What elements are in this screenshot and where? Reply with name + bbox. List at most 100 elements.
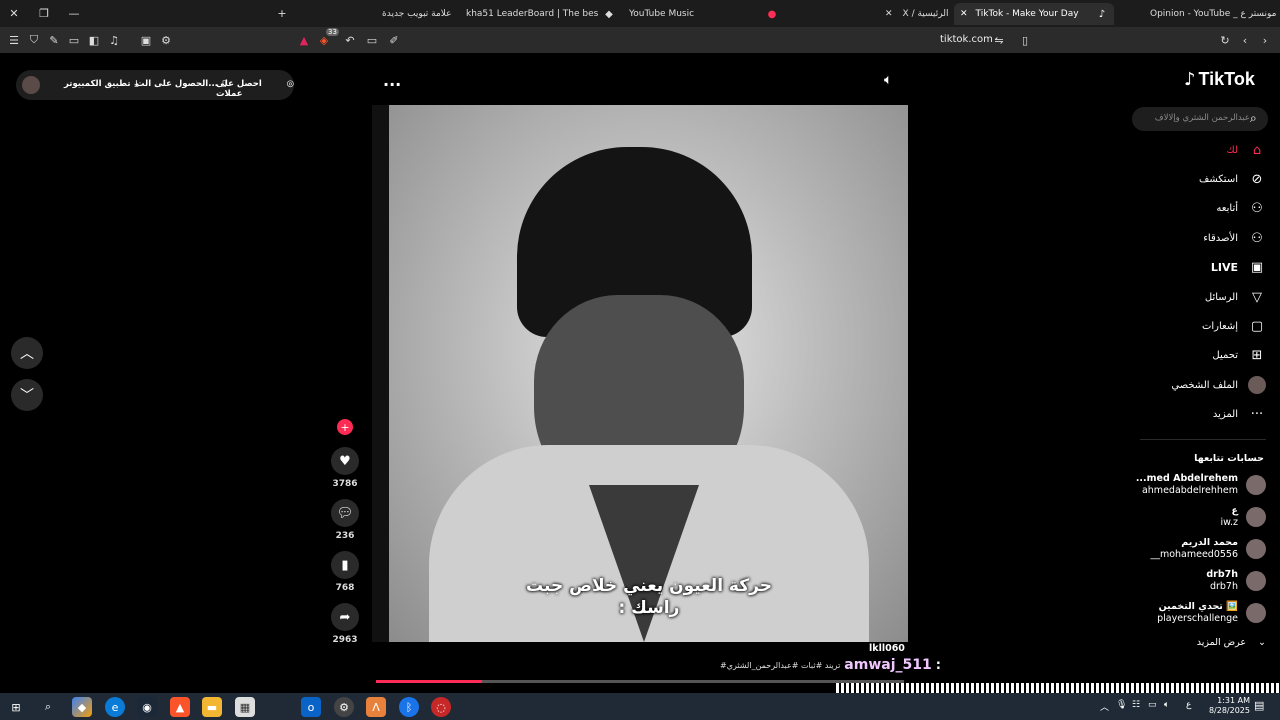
store-icon[interactable]: ▦ [235, 697, 255, 717]
tab-x[interactable]: ✕ X / الرئيسية 𝕏 [885, 3, 955, 25]
avatar[interactable] [1246, 603, 1266, 623]
video-progress-track[interactable] [376, 680, 904, 683]
more-options-icon[interactable]: ··· [383, 75, 401, 94]
next-video-button[interactable]: ﹀ [11, 379, 43, 411]
sidebar-item-upload[interactable]: تحميل ⊞ [1212, 347, 1266, 365]
get-app-button[interactable]: الحصول على الت... ▯ [136, 79, 227, 89]
outlook-icon[interactable]: o [301, 697, 321, 717]
menu-icon[interactable]: ☰ [6, 32, 22, 48]
sidebar-item-notifications[interactable]: إشعارات ▢ [1202, 317, 1266, 335]
sidebar-item-home[interactable]: لك ⌂ [1227, 141, 1266, 159]
tray-chevron-icon[interactable]: ︿ [1100, 700, 1109, 713]
tab-youtube-music[interactable]: ◆ YouTube Music [603, 3, 753, 25]
sidebar-item-more[interactable]: المزيد ··· [1213, 406, 1266, 424]
network-icon[interactable]: ☷ [1132, 700, 1140, 710]
tiktok-page: تطبيق الكمبيوتر ⤓ الحصول على الت... ▯ اح… [0, 53, 1280, 715]
comment-username[interactable]: amwaj_511 [844, 657, 931, 673]
browser-toolbar: ☰ ⛉ ✎ ▭ ◧ ♫ ▣ ⚙ ▲ ◈ 33 ↶ ▭ ✐ tiktok.com … [0, 27, 1280, 53]
music-icon[interactable]: ♫ [106, 32, 122, 48]
chevron-up-icon: ︿ [20, 346, 34, 362]
url-field[interactable]: tiktok.com [940, 34, 993, 45]
search-icon[interactable]: ⌕ [1250, 111, 1257, 126]
sidebar-item-messages[interactable]: الرسائل ▽ [1205, 288, 1266, 306]
video-author[interactable]: lkll060 [869, 643, 905, 654]
sidebar-item-compass[interactable]: استكشف ⊘ [1199, 170, 1266, 188]
video-hashtags[interactable]: #تريند #ثبات #عبدالرحمن_الشثري [720, 661, 840, 670]
shield-icon[interactable]: ⛉ [26, 32, 42, 48]
avatar[interactable] [1246, 571, 1266, 591]
avatar[interactable] [1246, 539, 1266, 559]
share-button[interactable]: ➦ 2963 [331, 603, 359, 645]
tiktok-logo[interactable]: ♪ TikTok [1184, 69, 1255, 90]
tab-new-tab[interactable]: علامة تبويب جديدة [382, 3, 458, 25]
following-item[interactable]: ع iw.z [1220, 505, 1266, 529]
pin-icon[interactable]: ✎ [46, 32, 62, 48]
get-coins-button[interactable]: احصل على عملات ◎ [216, 79, 294, 99]
tab-youtube-opinion[interactable]: Opinion - YouTube _ مونستر ع [1150, 3, 1280, 25]
windows-start-icon[interactable]: ⊞ [6, 697, 26, 717]
brave-rewards-icon[interactable]: ▲ [296, 32, 312, 48]
avatar[interactable] [1246, 507, 1266, 527]
search-bar[interactable]: عبدالرحمن الشثري وإلالاف ⌕ [1132, 107, 1268, 131]
previous-video-button[interactable]: ︿ [11, 337, 43, 369]
clock[interactable]: 1:31 AM 8/28/2025 [1200, 696, 1250, 716]
reload-icon[interactable]: ↻ [1217, 32, 1233, 48]
leo-icon[interactable]: ✐ [386, 32, 402, 48]
file-explorer-icon[interactable]: ▬ [202, 697, 222, 717]
copilot-icon[interactable]: ◆ [72, 697, 92, 717]
extensions-icon[interactable]: ⚙ [158, 32, 174, 48]
steam-icon[interactable]: ◉ [137, 697, 157, 717]
notification-icon[interactable]: ▤ [1254, 699, 1264, 712]
save-button[interactable]: ▮ 768 [331, 551, 359, 593]
minimize-window-icon[interactable]: — [66, 5, 82, 21]
sidebar-item-friends[interactable]: الأصدقاء ⚇ [1203, 229, 1266, 247]
edge-icon[interactable]: e [105, 697, 125, 717]
close-window-icon[interactable]: ✕ [6, 5, 22, 21]
tab-leaderboard[interactable]: kha51 LeaderBoard | The best ChatBot [466, 3, 598, 25]
settings-icon[interactable]: ⚙ [334, 697, 354, 717]
sidebar-icon[interactable]: ◧ [86, 32, 102, 48]
back-icon[interactable]: ‹ [1237, 32, 1253, 48]
clock-time: 1:31 AM [1217, 696, 1250, 705]
sidebar-item-live[interactable]: LIVE ▣ [1211, 259, 1266, 277]
tabs-icon[interactable]: ▭ [66, 32, 82, 48]
tab-tiktok[interactable]: ✕ TikTok - Make Your Day ♪ [954, 3, 1114, 25]
new-tab-button[interactable]: + [274, 5, 290, 21]
search-icon[interactable]: ⌕ [38, 697, 58, 717]
bluetooth-icon[interactable]: ᛒ [399, 697, 419, 717]
app-icon[interactable]: Λ [366, 697, 386, 717]
following-item[interactable]: ...med Abdelrehem ahmedabdelrehhem [1136, 473, 1266, 497]
following-item[interactable]: drb7h drb7h [1206, 569, 1266, 593]
tab-close-icon[interactable]: ✕ [960, 9, 968, 19]
avatar[interactable] [1246, 475, 1266, 495]
chevron-down-icon: ﹀ [20, 388, 34, 404]
sidebar-item-profile[interactable]: الملف الشخصي [1171, 376, 1266, 395]
user-avatar[interactable] [22, 76, 40, 94]
sidebar-item-user-follow[interactable]: أتابعه ⚇ [1216, 200, 1266, 218]
share-icon[interactable]: ↶ [342, 32, 358, 48]
video-container[interactable]: حركة العيون يعني خلاص جبت راسك : ··· 🔈︎ [372, 72, 908, 642]
screen-icon[interactable]: ▭ [364, 32, 380, 48]
like-button[interactable]: ♥ 3786 [331, 447, 359, 489]
volume-icon[interactable]: 🔈︎ [884, 72, 892, 88]
volume-icon[interactable]: 🔈︎ [1164, 700, 1169, 710]
desktop-app-button[interactable]: تطبيق الكمبيوتر ⤓ [64, 79, 138, 89]
comment-button[interactable]: 💬︎ 236 [331, 499, 359, 541]
language-indicator[interactable]: ع [1186, 700, 1191, 710]
game-app-icon[interactable]: ◌ [431, 697, 451, 717]
restore-window-icon[interactable]: ❐ [36, 5, 52, 21]
bookmark-icon[interactable]: ▯ [1017, 32, 1033, 48]
brave-icon[interactable]: ▲ [170, 697, 190, 717]
following-item[interactable]: تحدي التخمين 🖼️ playerschallenge [1157, 601, 1266, 625]
tab-close-icon[interactable]: ✕ [885, 9, 893, 19]
site-settings-icon[interactable]: ⇋ [991, 32, 1007, 48]
tiktok-favicon-icon: ♪ [1098, 8, 1106, 20]
show-more-button[interactable]: عرض المزيد ⌄ [1197, 637, 1266, 648]
forward-icon[interactable]: › [1257, 32, 1273, 48]
wifi-icon[interactable]: ▭ [1148, 700, 1157, 710]
mic-icon[interactable]: 🎙︎ [1116, 700, 1127, 710]
wallet-icon[interactable]: ▣ [138, 32, 154, 48]
following-item[interactable]: محمد الدريم __mohameed0556 [1150, 537, 1266, 561]
following-name: محمد الدريم [1181, 537, 1238, 548]
follow-button[interactable]: + [331, 419, 359, 435]
